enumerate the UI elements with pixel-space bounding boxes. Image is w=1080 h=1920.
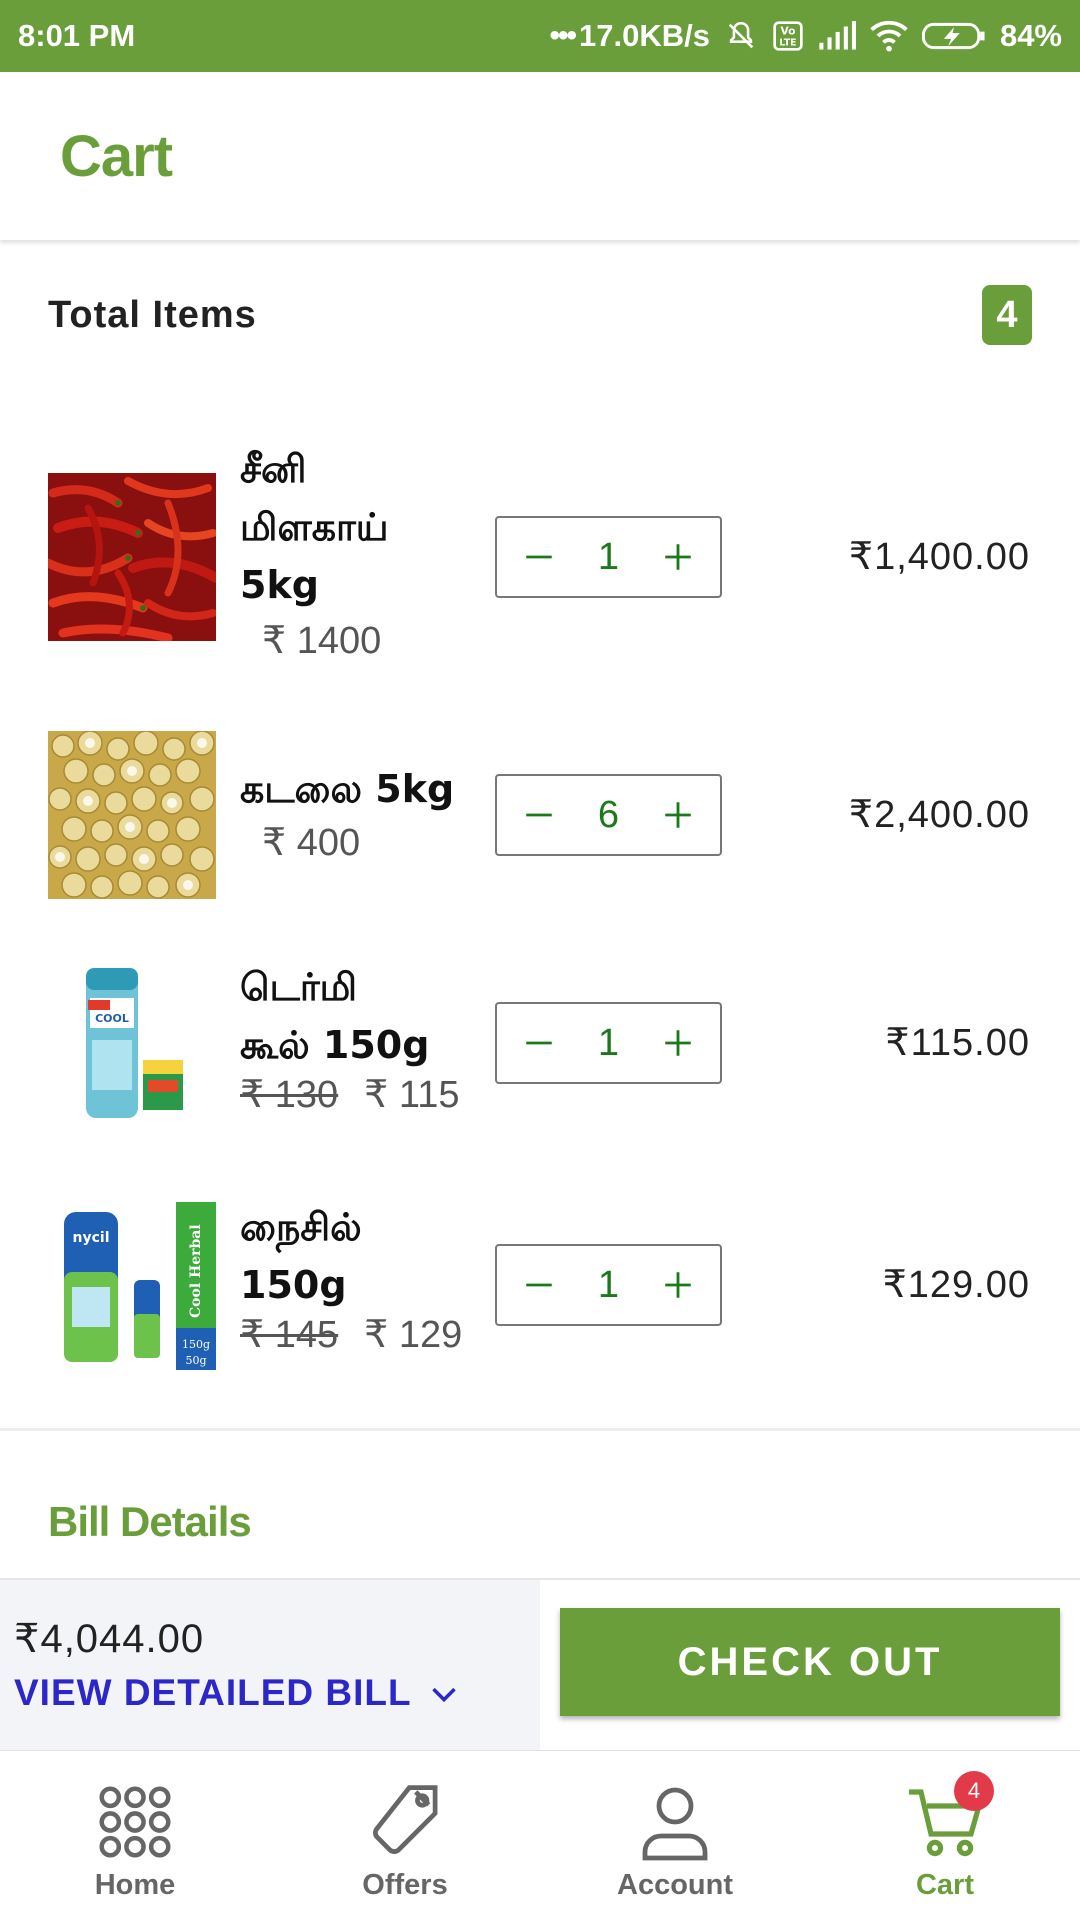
increment-button[interactable] <box>658 1023 698 1063</box>
total-items-label: Total Items <box>48 293 257 336</box>
line-total: ₹2,400.00 <box>848 794 1030 836</box>
cart-item: COOL டெர்மி கூல் 150g ₹ 130 ₹ 115 1 ₹115… <box>0 950 1080 1150</box>
mute-bell-icon <box>724 19 758 53</box>
status-bar: 8:01 PM ••• 17.0KB/s Vo LTE 84% <box>0 0 1080 72</box>
battery-icon <box>921 21 986 51</box>
dots-icon: ••• <box>549 19 576 52</box>
product-name: நைசில் 150g <box>240 1198 485 1314</box>
original-price: ₹ 145 <box>240 1314 339 1356</box>
quantity-stepper: 1 <box>495 516 722 598</box>
product-name-line: நைசில் <box>240 1205 362 1249</box>
chevron-down-icon <box>430 1672 458 1714</box>
nav-home[interactable]: Home <box>0 1751 270 1920</box>
cart-item: சீனி மிளகாய் 5kg ₹ 1400 1 ₹1,400.00 <box>0 430 1080 680</box>
decrement-button[interactable] <box>519 795 559 835</box>
cart-item: nycil Cool Herbal 150g 50g நைசில் 150g ₹… <box>0 1190 1080 1390</box>
battery-percent: 84% <box>999 18 1062 53</box>
original-price: ₹ 130 <box>240 1074 339 1116</box>
nav-account[interactable]: Account <box>540 1751 810 1920</box>
product-name-line: கூல் 150g <box>240 1023 430 1067</box>
page-title: Cart <box>60 123 173 189</box>
wifi-icon <box>870 20 908 52</box>
product-name: டெர்மி கூல் 150g <box>240 958 485 1074</box>
svg-text:50g: 50g <box>185 1354 206 1367</box>
increment-button[interactable] <box>658 795 698 835</box>
cart-screen: 8:01 PM ••• 17.0KB/s Vo LTE 84% Cart Tot… <box>0 0 1080 1920</box>
line-total: ₹115.00 <box>885 1022 1030 1064</box>
product-name-line: டெர்மி <box>240 965 358 1009</box>
quantity-value: 6 <box>597 793 620 836</box>
svg-text:COOL: COOL <box>95 1012 129 1025</box>
cart-item: கடலை 5kg ₹ 400 6 ₹2,400.00 <box>0 720 1080 910</box>
product-name-line: 5kg <box>240 563 319 607</box>
line-total: ₹1,400.00 <box>848 536 1030 578</box>
decrement-button[interactable] <box>519 1265 559 1305</box>
cart-icon: 4 <box>900 1771 994 1867</box>
cart-count-badge: 4 <box>954 1771 994 1811</box>
status-time: 8:01 PM <box>18 18 136 53</box>
product-name-line: மிளகாய் <box>240 505 389 549</box>
svg-text:LTE: LTE <box>779 37 796 48</box>
checkout-button[interactable]: CHECK OUT <box>560 1608 1060 1716</box>
nav-account-label: Account <box>617 1869 733 1901</box>
product-name: சீனி மிளகாய் 5kg <box>240 440 485 614</box>
increment-button[interactable] <box>658 1265 698 1305</box>
app-bar: Cart <box>0 72 1080 240</box>
section-divider <box>0 1428 1080 1431</box>
product-image-chana[interactable] <box>48 731 216 899</box>
product-price-line: ₹ 130 ₹ 115 <box>240 1072 459 1117</box>
quantity-stepper: 1 <box>495 1002 722 1084</box>
nav-offers-label: Offers <box>362 1869 448 1901</box>
grid-icon <box>90 1777 180 1867</box>
quantity-stepper: 1 <box>495 1244 722 1326</box>
product-image-dermi-cool[interactable]: COOL <box>48 960 216 1128</box>
quantity-value: 1 <box>597 1021 620 1064</box>
nav-cart-label: Cart <box>915 1869 974 1901</box>
unit-price: ₹ 400 <box>262 822 361 864</box>
network-speed: ••• 17.0KB/s <box>549 18 710 53</box>
decrement-button[interactable] <box>519 537 559 577</box>
bill-details-title: Bill Details <box>48 1498 252 1545</box>
unit-price: ₹ 115 <box>364 1074 460 1116</box>
product-name: கடலை 5kg <box>240 760 500 818</box>
grand-total: ₹4,044.00 <box>14 1617 205 1661</box>
svg-text:Cool Herbal: Cool Herbal <box>188 1224 204 1318</box>
signal-icon <box>818 21 856 51</box>
line-total: ₹129.00 <box>882 1264 1030 1306</box>
unit-price: ₹ 1400 <box>262 620 382 662</box>
product-price-line: ₹ 400 <box>240 820 360 865</box>
bill-summary: ₹4,044.00 VIEW DETAILED BILL <box>0 1580 540 1750</box>
view-detailed-bill-label: VIEW DETAILED BILL <box>14 1672 412 1713</box>
total-items-badge: 4 <box>982 285 1032 345</box>
nav-cart[interactable]: 4 Cart <box>810 1751 1080 1920</box>
quantity-value: 1 <box>597 535 620 578</box>
nav-home-label: Home <box>94 1869 176 1901</box>
decrement-button[interactable] <box>519 1023 559 1063</box>
checkout-bar: ₹4,044.00 VIEW DETAILED BILL CHECK OUT <box>0 1578 1080 1750</box>
nav-offers[interactable]: Offers <box>270 1751 540 1920</box>
product-name-line: 150g <box>240 1263 347 1307</box>
volte-icon: Vo LTE <box>772 20 804 52</box>
product-image-red-chilli[interactable] <box>48 473 216 641</box>
view-detailed-bill-link[interactable]: VIEW DETAILED BILL <box>14 1672 458 1714</box>
quantity-value: 1 <box>597 1263 620 1306</box>
product-name-line: கடலை 5kg <box>240 767 455 811</box>
svg-text:150g: 150g <box>182 1338 210 1351</box>
product-price-line: ₹ 1400 <box>240 618 381 663</box>
bottom-nav: Home Offers Account 4 Cart <box>0 1750 1080 1920</box>
product-name-line: சீனி <box>240 447 307 491</box>
quantity-stepper: 6 <box>495 774 722 856</box>
unit-price: ₹ 129 <box>364 1314 463 1356</box>
svg-text:nycil: nycil <box>73 1230 110 1246</box>
product-image-nycil[interactable]: nycil Cool Herbal 150g 50g <box>48 1202 216 1370</box>
tag-icon <box>360 1777 450 1867</box>
svg-text:Vo: Vo <box>780 25 795 38</box>
increment-button[interactable] <box>658 537 698 577</box>
product-price-line: ₹ 145 ₹ 129 <box>240 1312 462 1357</box>
person-icon <box>630 1777 720 1867</box>
total-items-row: Total Items 4 <box>0 240 1080 390</box>
